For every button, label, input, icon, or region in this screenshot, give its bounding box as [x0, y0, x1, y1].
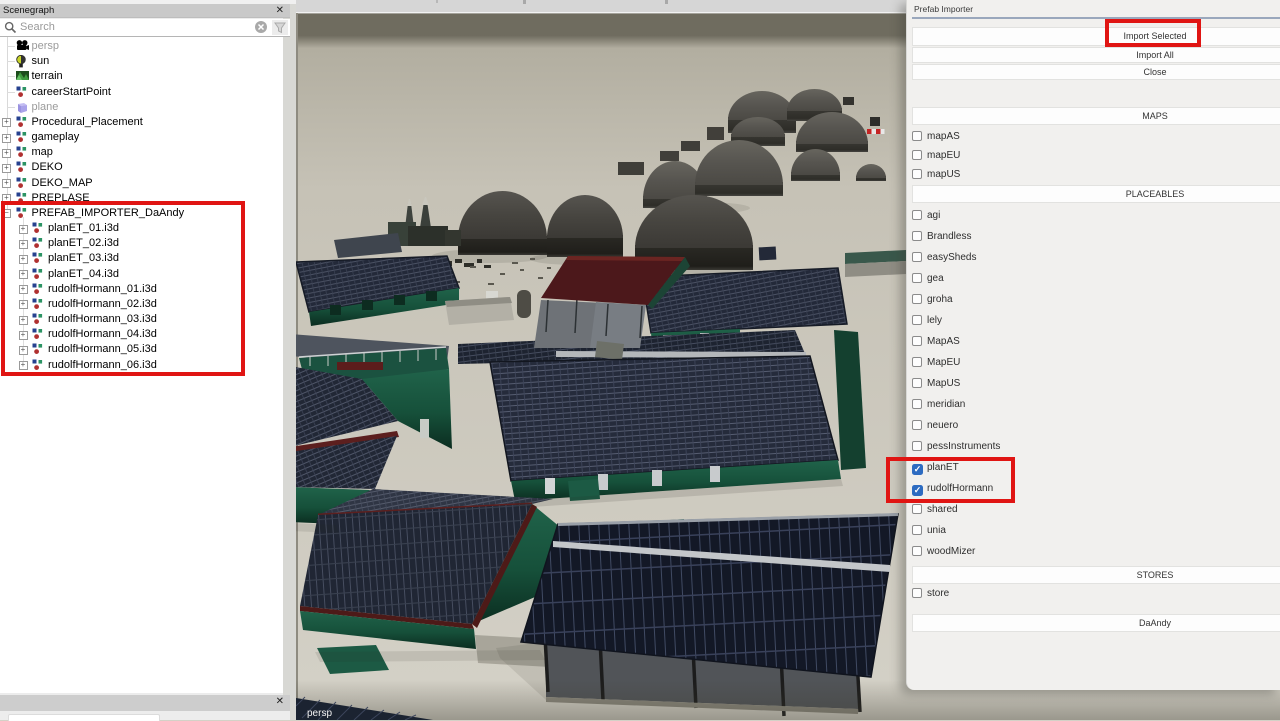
- svg-text:persp: persp: [307, 708, 332, 719]
